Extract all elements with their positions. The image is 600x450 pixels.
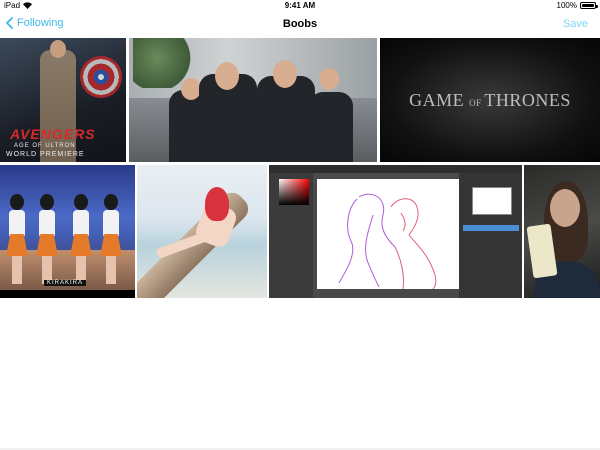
person-head bbox=[215, 62, 239, 90]
avengers-premiere: WORLD PREMIERE bbox=[6, 151, 85, 158]
battery-icon bbox=[580, 2, 598, 9]
color-palette-shade bbox=[279, 179, 309, 205]
navigator-thumbnail bbox=[472, 187, 512, 215]
photo-game-of-thrones[interactable]: GAME OF THRONES bbox=[380, 38, 600, 162]
drawing-canvas bbox=[317, 179, 459, 290]
avengers-logo-text: AVENGERS bbox=[10, 126, 96, 142]
person-head bbox=[319, 68, 339, 90]
photo-politicians[interactable] bbox=[129, 38, 377, 162]
app-topbar bbox=[269, 165, 522, 173]
performer bbox=[36, 194, 58, 284]
got-title-text: GAME OF THRONES bbox=[409, 90, 571, 110]
person-shape bbox=[257, 76, 315, 162]
battery-tip bbox=[596, 5, 598, 8]
shield-image bbox=[80, 56, 122, 98]
battery-percent: 100% bbox=[556, 1, 577, 10]
avengers-subtitle: AGE OF ULTRON bbox=[14, 143, 76, 149]
photo-drawing-app[interactable] bbox=[269, 165, 522, 298]
figure-head bbox=[50, 40, 66, 58]
figure-face bbox=[550, 189, 580, 227]
save-button[interactable]: Save bbox=[563, 18, 588, 30]
person-shape bbox=[309, 92, 353, 162]
battery-fill bbox=[582, 4, 594, 7]
performer bbox=[70, 194, 92, 284]
nav-bar: Following Boobs Save bbox=[0, 12, 600, 37]
photo-beach[interactable] bbox=[137, 165, 267, 298]
caption-bar bbox=[0, 290, 135, 298]
performer bbox=[6, 194, 28, 284]
photo-selfie[interactable] bbox=[524, 165, 600, 298]
screen: iPad 9:41 AM 100% Following Boobs Save A… bbox=[0, 0, 600, 450]
page-title: Boobs bbox=[282, 18, 318, 30]
person-head bbox=[181, 78, 201, 100]
selected-layer bbox=[463, 225, 519, 231]
photo-kpop[interactable]: KIRAKIRA bbox=[0, 165, 135, 298]
status-bar: iPad 9:41 AM 100% bbox=[0, 0, 600, 12]
status-time: 9:41 AM bbox=[284, 1, 316, 10]
sketch-lines bbox=[338, 193, 437, 290]
status-right: 100% bbox=[556, 1, 598, 10]
figure-hair bbox=[205, 187, 229, 221]
performer bbox=[100, 194, 122, 284]
kpop-caption-tag: KIRAKIRA bbox=[44, 280, 87, 286]
photo-avengers[interactable]: AVENGERS AGE OF ULTRON WORLD PREMIERE bbox=[0, 38, 126, 162]
person-head bbox=[273, 60, 297, 88]
